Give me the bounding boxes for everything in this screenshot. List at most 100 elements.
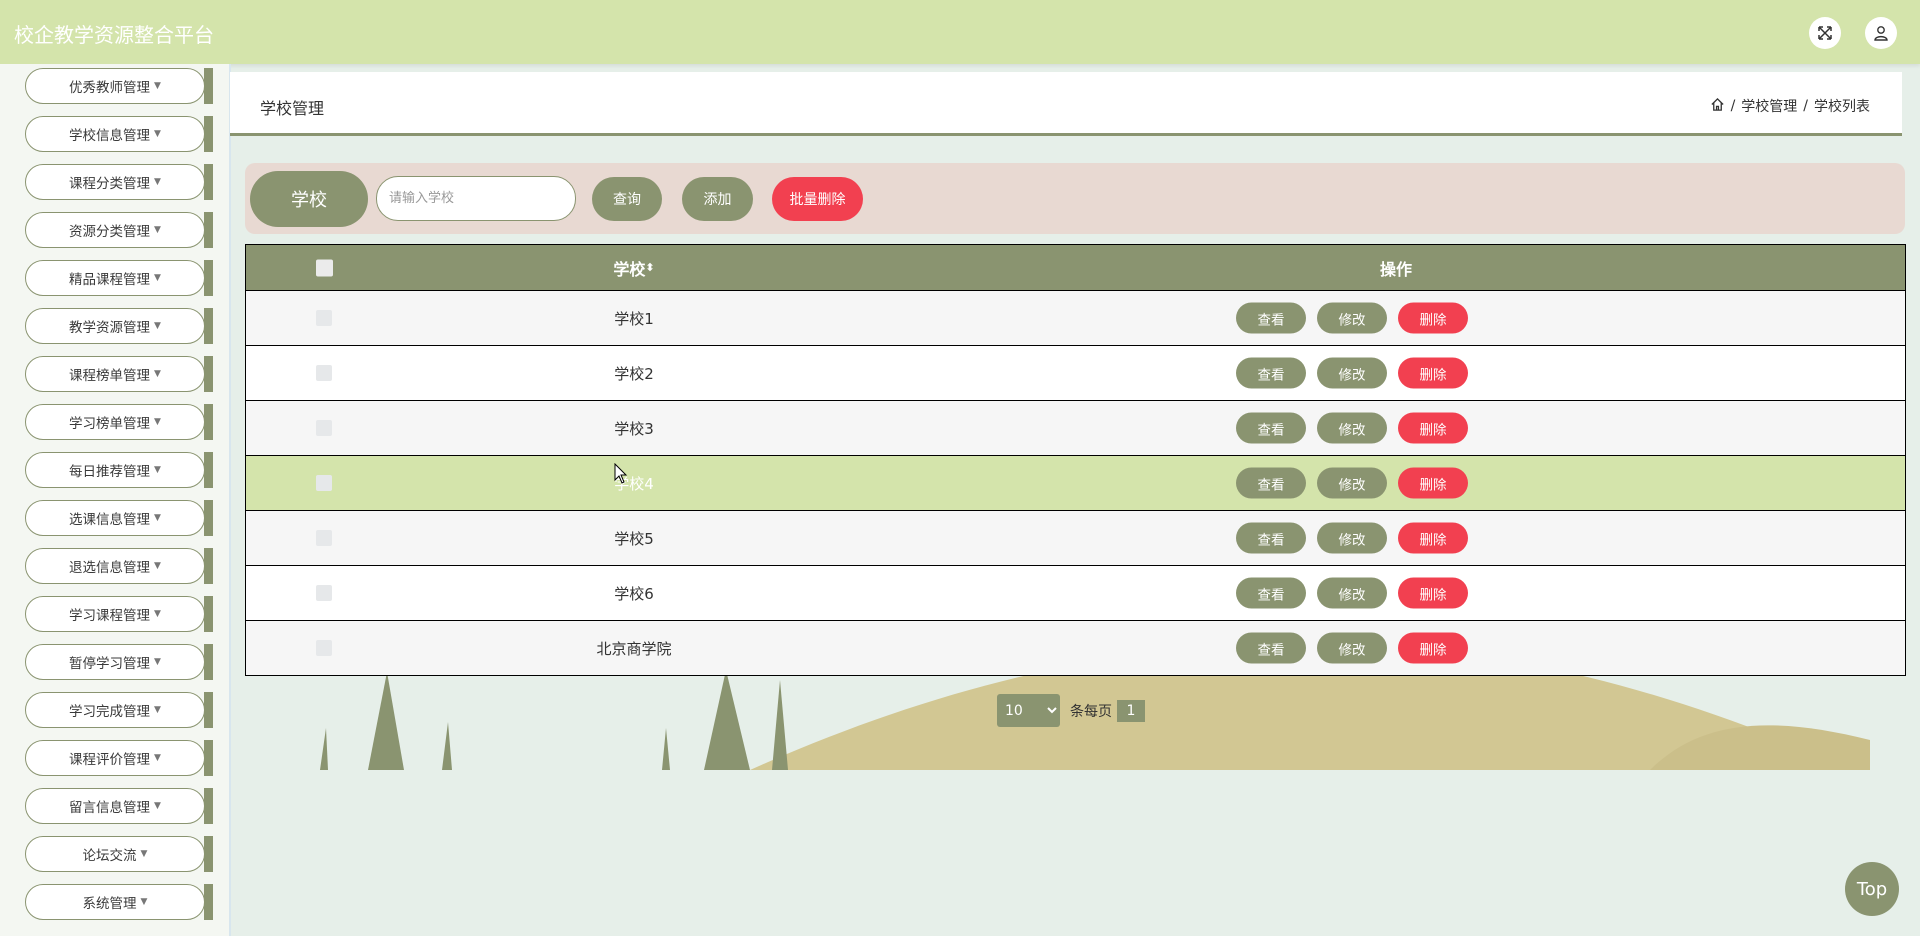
sidebar-item-label: 资源分类管理 (69, 224, 151, 240)
row-checkbox[interactable] (316, 530, 332, 546)
table-row[interactable]: 北京商学院 查看 修改 删除 (246, 620, 1905, 675)
sidebar-item[interactable]: 每日推荐管理 ▼ (25, 452, 215, 488)
sidebar-item-button[interactable]: 教学资源管理 ▼ (25, 308, 205, 344)
sidebar-item-button[interactable]: 课程榜单管理 ▼ (25, 356, 205, 392)
edit-button[interactable]: 修改 (1317, 632, 1387, 664)
sidebar-item-button[interactable]: 学习榜单管理 ▼ (25, 404, 205, 440)
back-to-top-button[interactable]: Top (1845, 862, 1899, 916)
home-icon[interactable] (1710, 97, 1725, 116)
edit-button[interactable]: 修改 (1317, 577, 1387, 609)
sidebar-item-button[interactable]: 每日推荐管理 ▼ (25, 452, 205, 488)
sidebar-item-accent-bar (204, 356, 213, 392)
sidebar-item-button[interactable]: 留言信息管理 ▼ (25, 788, 205, 824)
sidebar-item[interactable]: 学习完成管理 ▼ (25, 692, 215, 728)
delete-button[interactable]: 删除 (1398, 412, 1468, 444)
sidebar-item[interactable]: 优秀教师管理 ▼ (25, 68, 215, 104)
edit-button[interactable]: 修改 (1317, 412, 1387, 444)
sidebar-item[interactable]: 学校信息管理 ▼ (25, 116, 215, 152)
row-checkbox[interactable] (316, 310, 332, 326)
sidebar-item-accent-bar (204, 596, 213, 632)
edit-button[interactable]: 修改 (1317, 357, 1387, 389)
sidebar-item-button[interactable]: 学校信息管理 ▼ (25, 116, 205, 152)
sidebar-item[interactable]: 论坛交流 ▼ (25, 836, 215, 872)
user-icon[interactable] (1865, 17, 1897, 49)
view-button[interactable]: 查看 (1236, 632, 1306, 664)
row-actions: 查看 修改 删除 (1236, 577, 1468, 609)
sidebar-item-button[interactable]: 论坛交流 ▼ (25, 836, 205, 872)
sidebar-item[interactable]: 学习榜单管理 ▼ (25, 404, 215, 440)
sidebar-item-accent-bar (204, 788, 213, 824)
sidebar-item-button[interactable]: 课程评价管理 ▼ (25, 740, 205, 776)
table-row[interactable]: 学校3 查看 修改 删除 (246, 400, 1905, 455)
view-button[interactable]: 查看 (1236, 577, 1306, 609)
row-checkbox[interactable] (316, 365, 332, 381)
sidebar-item-button[interactable]: 选课信息管理 ▼ (25, 500, 205, 536)
sidebar-item-button[interactable]: 课程分类管理 ▼ (25, 164, 205, 200)
caret-down-icon: ▼ (154, 81, 161, 91)
sort-icon[interactable]: ⬍ (645, 261, 654, 274)
sidebar-item[interactable]: 暂停学习管理 ▼ (25, 644, 215, 680)
sidebar-item-button[interactable]: 退选信息管理 ▼ (25, 548, 205, 584)
table-row[interactable]: 学校1 查看 修改 删除 (246, 290, 1905, 345)
column-header-actions: 操作 (1379, 259, 1412, 279)
sidebar-item-accent-bar (204, 164, 213, 200)
table-row[interactable]: 学校6 查看 修改 删除 (246, 565, 1905, 620)
row-checkbox[interactable] (316, 640, 332, 656)
sidebar-item[interactable]: 退选信息管理 ▼ (25, 548, 215, 584)
batch-delete-button[interactable]: 批量删除 (772, 177, 863, 221)
edit-button[interactable]: 修改 (1317, 302, 1387, 334)
sidebar-item[interactable]: 课程评价管理 ▼ (25, 740, 215, 776)
sidebar-item[interactable]: 资源分类管理 ▼ (25, 212, 215, 248)
sidebar-item[interactable]: 选课信息管理 ▼ (25, 500, 215, 536)
table-row[interactable]: 学校2 查看 修改 删除 (246, 345, 1905, 400)
page-title: 学校管理 (260, 99, 325, 118)
query-button[interactable]: 查询 (592, 177, 662, 221)
search-input[interactable] (376, 176, 576, 221)
delete-button[interactable]: 删除 (1398, 302, 1468, 334)
row-checkbox[interactable] (316, 585, 332, 601)
sidebar-item[interactable]: 学习课程管理 ▼ (25, 596, 215, 632)
page-number-button[interactable]: 1 (1117, 699, 1145, 722)
sidebar-item-label: 暂停学习管理 (69, 656, 151, 672)
sidebar-item-button[interactable]: 系统管理 ▼ (25, 884, 205, 920)
breadcrumb-item-school-management[interactable]: 学校管理 (1741, 96, 1797, 116)
view-button[interactable]: 查看 (1236, 522, 1306, 554)
caret-down-icon: ▼ (154, 513, 161, 523)
edit-button[interactable]: 修改 (1317, 522, 1387, 554)
view-button[interactable]: 查看 (1236, 357, 1306, 389)
sidebar-item-button[interactable]: 学习课程管理 ▼ (25, 596, 205, 632)
view-button[interactable]: 查看 (1236, 302, 1306, 334)
delete-button[interactable]: 删除 (1398, 577, 1468, 609)
select-all-checkbox[interactable] (316, 259, 333, 276)
sidebar-item-button[interactable]: 学习完成管理 ▼ (25, 692, 205, 728)
delete-button[interactable]: 删除 (1398, 632, 1468, 664)
sidebar-item[interactable]: 留言信息管理 ▼ (25, 788, 215, 824)
sidebar-item-button[interactable]: 资源分类管理 ▼ (25, 212, 205, 248)
view-button[interactable]: 查看 (1236, 412, 1306, 444)
table-row[interactable]: 学校5 查看 修改 删除 (246, 510, 1905, 565)
row-checkbox[interactable] (316, 475, 332, 491)
sidebar-item[interactable]: 教学资源管理 ▼ (25, 308, 215, 344)
sidebar-item-button[interactable]: 优秀教师管理 ▼ (25, 68, 205, 104)
sidebar-item[interactable]: 精品课程管理 ▼ (25, 260, 215, 296)
delete-button[interactable]: 删除 (1398, 522, 1468, 554)
delete-button[interactable]: 删除 (1398, 357, 1468, 389)
page-size-select[interactable]: 10 (997, 694, 1060, 727)
sidebar-item[interactable]: 课程榜单管理 ▼ (25, 356, 215, 392)
table-row[interactable]: 学校4 查看 修改 删除 (246, 455, 1905, 510)
sidebar-item-button[interactable]: 精品课程管理 ▼ (25, 260, 205, 296)
sidebar-item[interactable]: 课程分类管理 ▼ (25, 164, 215, 200)
column-header-school[interactable]: 学校 ⬍ (546, 245, 722, 290)
edit-button[interactable]: 修改 (1317, 467, 1387, 499)
sidebar-item[interactable]: 系统管理 ▼ (25, 884, 215, 920)
view-button[interactable]: 查看 (1236, 467, 1306, 499)
add-button[interactable]: 添加 (682, 177, 753, 221)
breadcrumb-item-school-list: 学校列表 (1814, 99, 1870, 115)
row-checkbox[interactable] (316, 420, 332, 436)
caret-down-icon: ▼ (154, 465, 161, 475)
delete-button[interactable]: 删除 (1398, 467, 1468, 499)
sidebar-item-button[interactable]: 暂停学习管理 ▼ (25, 644, 205, 680)
fullscreen-icon[interactable] (1809, 17, 1841, 49)
school-table: 学校 ⬍ 操作 学校1 查看 修改 删除 学校2 查看 修改 删除 学校3 查看 修改 删除 学校4 查看… (245, 244, 1906, 676)
row-actions: 查看 修改 删除 (1236, 632, 1468, 664)
